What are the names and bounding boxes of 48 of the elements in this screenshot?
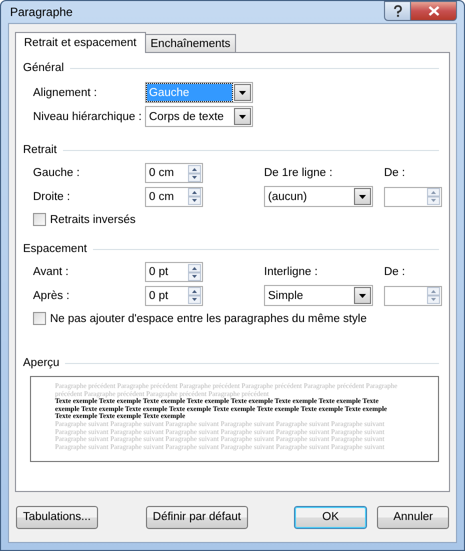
checkbox-label[interactable]: Retraits inversés — [50, 214, 136, 226]
section-title: Général — [23, 62, 64, 74]
checkbox[interactable] — [33, 213, 46, 226]
spin-field[interactable] — [384, 286, 442, 306]
dialog-button[interactable]: Tabulations... — [16, 506, 98, 528]
help-icon — [392, 5, 402, 17]
spin-field[interactable]: 0 pt — [145, 262, 203, 282]
dialog-button[interactable]: Définir par défaut — [146, 506, 248, 528]
spinner-arrows-icon — [188, 287, 201, 304]
close-icon — [428, 6, 440, 16]
close-button[interactable] — [411, 1, 457, 21]
tab[interactable]: Enchaînements — [144, 34, 236, 52]
spinner-arrows-icon — [427, 287, 440, 304]
field-label: Niveau hiérarchique : — [33, 110, 143, 122]
section-title: Retrait — [23, 144, 57, 156]
spinner-arrows-icon — [427, 188, 440, 205]
dropdown[interactable]: Corps de texte — [145, 106, 253, 127]
field-label: Interligne : — [264, 266, 319, 278]
caret-icon — [359, 194, 366, 198]
help-button[interactable] — [384, 1, 411, 21]
dialog-button[interactable]: OK — [294, 506, 368, 528]
spinner-arrows-icon — [188, 164, 201, 182]
checkbox-label[interactable]: Ne pas ajouter d'espace entre les paragraphes du même style — [50, 312, 367, 324]
caret-icon — [239, 90, 246, 94]
field-label: Alignement : — [33, 86, 98, 98]
spin-field[interactable]: 0 pt — [145, 286, 203, 306]
window-title: Paragraphe — [9, 5, 73, 19]
spinner-arrows-icon — [188, 188, 201, 205]
dialog-button[interactable]: Annuler — [377, 506, 449, 528]
field-label: Droite : — [33, 190, 72, 202]
field-label: Gauche : — [33, 167, 81, 179]
dropdown[interactable]: (aucun) — [264, 186, 373, 207]
tab[interactable]: Retrait et espacement — [15, 32, 146, 53]
caret-icon — [359, 294, 366, 298]
caret-icon — [239, 114, 246, 118]
field-label: Après : — [33, 290, 70, 302]
spin-field[interactable]: 0 cm — [145, 186, 203, 206]
checkbox[interactable] — [33, 312, 46, 325]
dropdown[interactable]: Simple — [264, 285, 373, 306]
field-label: De 1re ligne : — [264, 167, 334, 179]
field-label: De : — [384, 167, 406, 179]
spinner-arrows-icon — [188, 264, 201, 280]
spin-field[interactable]: 0 cm — [145, 163, 203, 183]
field-label: De : — [384, 266, 406, 278]
section-title: Aperçu — [23, 357, 60, 369]
section-title: Espacement — [23, 243, 87, 255]
spin-field[interactable] — [384, 186, 442, 206]
field-label: Avant : — [33, 266, 70, 278]
